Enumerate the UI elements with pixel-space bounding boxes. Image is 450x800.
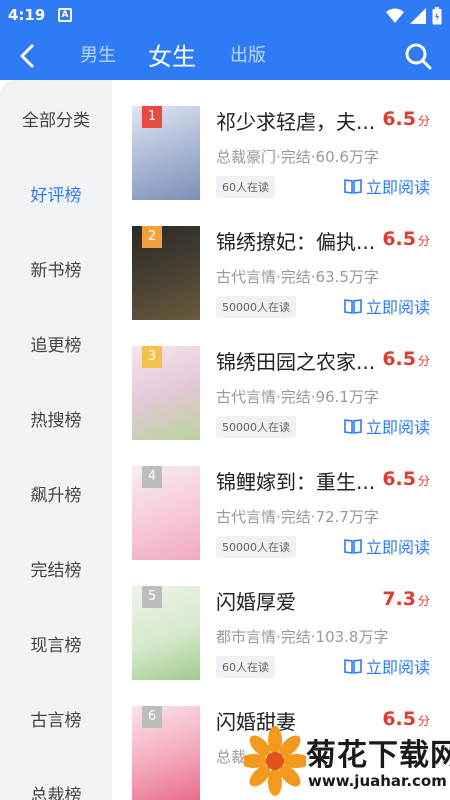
read-now-button[interactable]: 立即阅读 — [344, 294, 430, 318]
sidebar-item-hot-search[interactable]: 热搜榜 — [0, 406, 112, 431]
book-open-icon — [344, 179, 362, 194]
book-meta: 总裁豪门·完结·60.6万字 — [216, 148, 379, 166]
book-item[interactable]: 4 锦鲤嫁到：重生... 6.5 分 古代言情·完结·72.7万字 50000人在… — [112, 440, 450, 560]
search-icon[interactable] — [404, 42, 432, 70]
rank-badge: 5 — [142, 586, 162, 608]
sidebar-item-new[interactable]: 新书榜 — [0, 256, 112, 281]
sidebar-item-completed[interactable]: 完结榜 — [0, 556, 112, 581]
rank-badge: 4 — [142, 466, 162, 488]
book-open-icon — [344, 419, 362, 434]
book-meta: 古代言情·完结·63.5万字 — [216, 268, 379, 286]
book-cover[interactable]: 3 — [132, 346, 200, 440]
app-notification-icon: A — [58, 8, 72, 22]
readers-badge: 60人在读 — [216, 176, 275, 198]
wifi-icon — [386, 8, 404, 23]
book-title[interactable]: 闪婚厚爱 — [216, 586, 386, 615]
book-open-icon — [344, 659, 362, 674]
watermark-url: www.juahar.com — [308, 772, 447, 790]
readers-badge: 50000人在读 — [216, 416, 296, 438]
sidebar-item-ceo[interactable]: 总裁榜 — [0, 781, 112, 800]
status-bar: 4:19 A — [0, 0, 450, 32]
tab-publish[interactable]: 出版 — [230, 41, 266, 67]
watermark-title: 菊花下载网 — [306, 738, 450, 773]
rank-badge: 1 — [142, 106, 162, 128]
book-open-icon — [344, 299, 362, 314]
sidebar-item-top-rated[interactable]: 好评榜 — [0, 181, 112, 206]
book-score: 6.5 分 — [382, 468, 430, 490]
read-now-button[interactable]: 立即阅读 — [344, 534, 430, 558]
book-score: 6.5 分 — [382, 228, 430, 250]
book-score: 6.5 分 — [382, 348, 430, 370]
sidebar-item-following[interactable]: 追更榜 — [0, 331, 112, 356]
book-cover[interactable]: 4 — [132, 466, 200, 560]
book-meta: 都市言情·完结·103.8万字 — [216, 628, 389, 646]
read-now-button[interactable]: 立即阅读 — [344, 414, 430, 438]
book-item[interactable]: 1 祁少求轻虐，夫... 6.5 分 总裁豪门·完结·60.6万字 60人在读 立… — [112, 80, 450, 200]
rank-badge: 6 — [142, 706, 162, 728]
readers-badge: 60人在读 — [216, 656, 275, 678]
read-now-button[interactable]: 立即阅读 — [344, 174, 430, 198]
book-open-icon — [344, 539, 362, 554]
book-item[interactable]: 3 锦绣田园之农家... 6.5 分 古代言情·完结·96.1万字 50000人在… — [112, 320, 450, 440]
system-icons — [386, 7, 442, 25]
book-list: 1 祁少求轻虐，夫... 6.5 分 总裁豪门·完结·60.6万字 60人在读 立… — [112, 80, 450, 800]
category-sidebar: 全部分类 好评榜 新书榜 追更榜 热搜榜 飙升榜 完结榜 现言榜 古言榜 总裁榜 — [0, 80, 112, 800]
sidebar-item-all[interactable]: 全部分类 — [0, 106, 112, 131]
book-cover[interactable]: 5 — [132, 586, 200, 680]
status-time: 4:19 — [8, 6, 46, 24]
readers-badge: 50000人在读 — [216, 536, 296, 558]
sidebar-item-ancient[interactable]: 古言榜 — [0, 706, 112, 731]
flower-logo-icon — [244, 726, 306, 796]
book-meta: 古代言情·完结·96.1万字 — [216, 388, 379, 406]
book-item[interactable]: 2 锦绣撩妃：偏执... 6.5 分 古代言情·完结·63.5万字 50000人在… — [112, 200, 450, 320]
battery-icon — [432, 7, 442, 25]
book-score: 6.5 分 — [382, 108, 430, 130]
book-item[interactable]: 5 闪婚厚爱 7.3 分 都市言情·完结·103.8万字 60人在读 立即阅读 — [112, 560, 450, 680]
book-title[interactable]: 祁少求轻虐，夫... — [216, 106, 386, 135]
rank-badge: 2 — [142, 226, 162, 248]
book-title[interactable]: 锦绣撩妃：偏执... — [216, 226, 386, 255]
sidebar-item-modern[interactable]: 现言榜 — [0, 631, 112, 656]
read-now-button[interactable]: 立即阅读 — [344, 654, 430, 678]
book-cover[interactable]: 1 — [132, 106, 200, 200]
book-title[interactable]: 锦鲤嫁到：重生... — [216, 466, 386, 495]
book-title[interactable]: 锦绣田园之农家... — [216, 346, 386, 375]
book-cover[interactable]: 6 — [132, 706, 200, 800]
signal-icon — [410, 8, 426, 24]
book-meta: 古代言情·完结·72.7万字 — [216, 508, 379, 526]
tab-female[interactable]: 女生 — [148, 37, 196, 72]
readers-badge: 50000人在读 — [216, 296, 296, 318]
book-score: 7.3 分 — [382, 588, 430, 610]
tab-male[interactable]: 男生 — [80, 41, 116, 67]
sidebar-item-rising[interactable]: 飙升榜 — [0, 481, 112, 506]
rank-badge: 3 — [142, 346, 162, 368]
top-nav: 男生 女生 出版 — [0, 32, 450, 80]
back-arrow-icon[interactable] — [14, 42, 42, 70]
site-watermark: 菊花下载网 www.juahar.com — [238, 712, 450, 800]
book-cover[interactable]: 2 — [132, 226, 200, 320]
